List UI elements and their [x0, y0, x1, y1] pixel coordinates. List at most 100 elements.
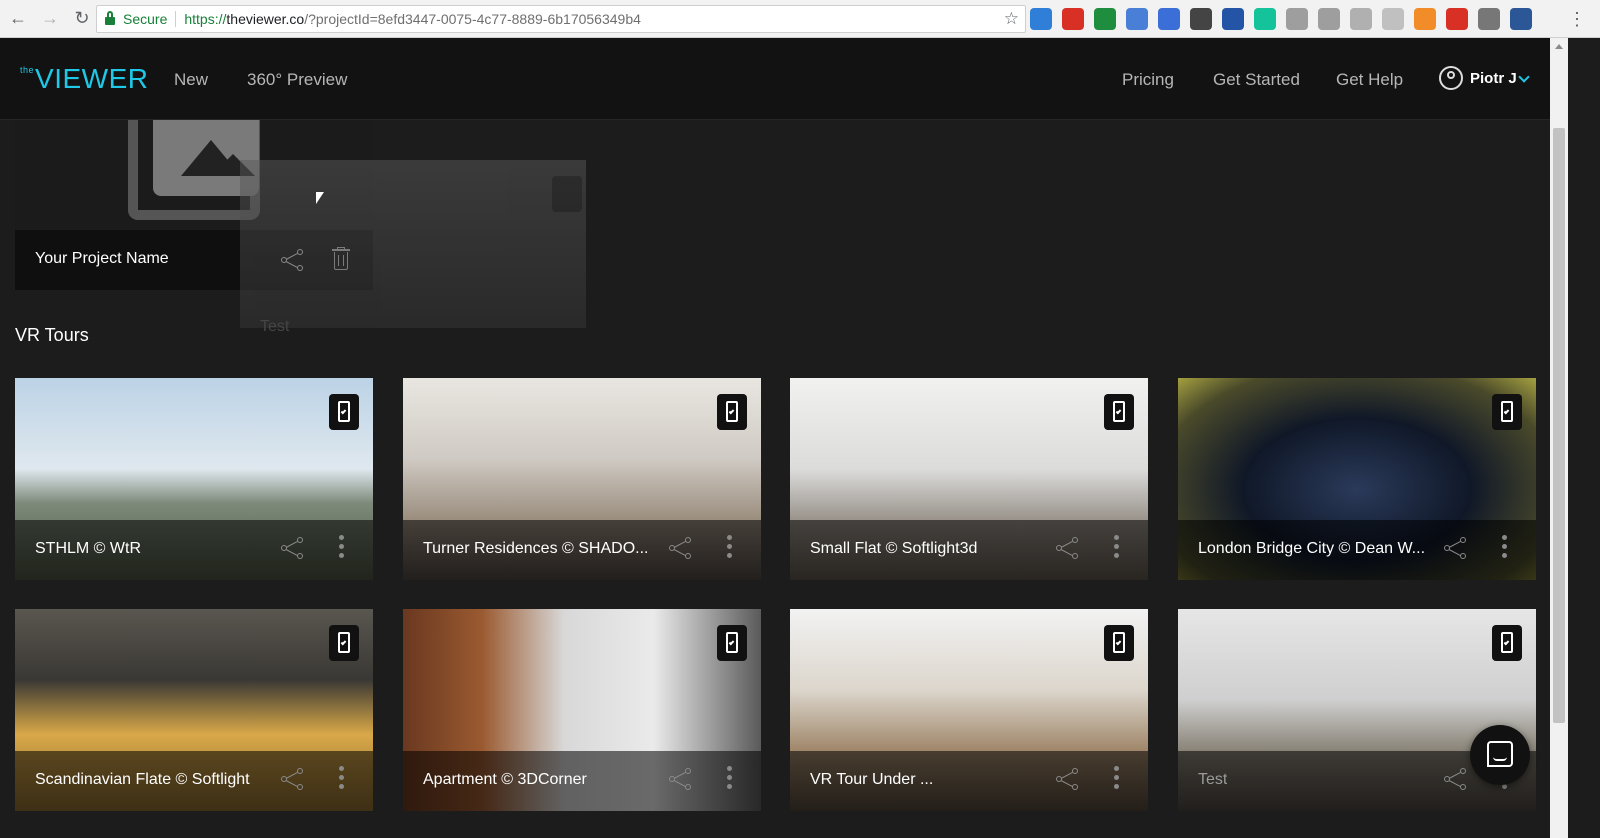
scroll-thumb[interactable]: [1553, 128, 1565, 723]
share-icon[interactable]: [281, 248, 305, 272]
share-link-line: [1448, 771, 1461, 779]
share-icon[interactable]: [1056, 767, 1080, 791]
extensions-bar: [1030, 8, 1532, 30]
off-extension-icon[interactable]: [1414, 8, 1436, 30]
grammarly-extension-icon[interactable]: [1254, 8, 1276, 30]
chat-launcher-button[interactable]: [1470, 725, 1530, 785]
share-node: [1072, 537, 1078, 543]
nav-get-started[interactable]: Get Started: [1213, 70, 1300, 90]
tour-title[interactable]: London Bridge City © Dean W...: [1198, 540, 1425, 558]
chat-bubble-icon: [1487, 741, 1513, 767]
vr-phone-icon[interactable]: [717, 625, 747, 661]
nav-360-preview[interactable]: 360° Preview: [247, 70, 347, 90]
tour-title[interactable]: Small Flat © Softlight3d: [810, 540, 977, 558]
share-icon[interactable]: [281, 536, 305, 560]
forward-arrow-icon[interactable]: →: [36, 5, 64, 33]
tour-card[interactable]: Turner Residences © SHADO...: [403, 378, 761, 580]
share-node: [297, 249, 303, 255]
tour-card[interactable]: Apartment © 3DCorner: [403, 609, 761, 811]
share-link-line: [285, 549, 298, 557]
tour-title[interactable]: Test: [1198, 771, 1227, 789]
browser-menu-icon[interactable]: ⋮: [1568, 9, 1586, 30]
nav-pricing[interactable]: Pricing: [1122, 70, 1174, 90]
more-options-icon[interactable]: [1114, 766, 1120, 790]
lock-icon: [105, 11, 115, 25]
more-options-icon[interactable]: [339, 535, 345, 559]
circle-red-extension-icon[interactable]: [1062, 8, 1084, 30]
chevron-down-icon[interactable]: [1518, 71, 1530, 83]
kebab-dot: [727, 535, 732, 540]
back-arrow-icon[interactable]: ←: [4, 5, 32, 33]
tour-card[interactable]: Scandinavian Flate © Softlight: [15, 609, 373, 811]
address-bar[interactable]: Secure https://theviewer.co/?projectId=8…: [96, 5, 1026, 33]
gear-red-extension-icon[interactable]: [1446, 8, 1468, 30]
share-icon[interactable]: [281, 767, 305, 791]
vr-phone-icon[interactable]: [1492, 394, 1522, 430]
share-icon[interactable]: [669, 536, 693, 560]
vr-phone-icon[interactable]: [329, 625, 359, 661]
tour-card[interactable]: Small Flat © Softlight3d: [790, 378, 1148, 580]
share-link-line: [285, 261, 298, 269]
share-node: [297, 784, 303, 790]
pin-extension-icon[interactable]: [1190, 8, 1212, 30]
nav-get-help[interactable]: Get Help: [1336, 70, 1403, 90]
section-title: VR Tours: [15, 325, 89, 345]
reload-icon[interactable]: ↻: [68, 5, 96, 33]
trash-icon[interactable]: [332, 247, 350, 271]
green-dot-extension-icon[interactable]: [1094, 8, 1116, 30]
browser-toolbar: ← → ↻ Secure https://theviewer.co/?proje…: [0, 0, 1600, 38]
kebab-dot: [1114, 553, 1119, 558]
more-options-icon[interactable]: [1114, 535, 1120, 559]
user-avatar-icon[interactable]: [1439, 66, 1463, 90]
kebab-dot: [1114, 544, 1119, 549]
share-icon[interactable]: [1444, 767, 1468, 791]
logo[interactable]: theVIEWER: [20, 63, 148, 95]
scroll-up-arrow-icon[interactable]: [1555, 44, 1563, 49]
vr-phone-icon[interactable]: [1104, 625, 1134, 661]
tour-title[interactable]: VR Tour Under ...: [810, 771, 933, 789]
share-icon[interactable]: [669, 767, 693, 791]
grid-extension-icon[interactable]: [1382, 8, 1404, 30]
kebab-dot: [1114, 784, 1119, 789]
page-scrollbar[interactable]: [1550, 38, 1568, 838]
vr-phone-icon[interactable]: [717, 394, 747, 430]
bookmark-star-icon[interactable]: ☆: [1004, 9, 1019, 29]
more-options-icon[interactable]: [727, 766, 733, 790]
kebab-dot: [1114, 766, 1119, 771]
share-link-line: [1060, 540, 1073, 548]
drive-extension-icon[interactable]: [1318, 8, 1340, 30]
user-name[interactable]: Piotr J: [1470, 70, 1517, 87]
share-node: [1072, 553, 1078, 559]
more-options-icon[interactable]: [1502, 535, 1508, 559]
tour-title[interactable]: Turner Residences © SHADO...: [423, 540, 649, 558]
tour-title[interactable]: Apartment © 3DCorner: [423, 771, 587, 789]
tour-card[interactable]: STHLM © WtR: [15, 378, 373, 580]
blue-box-extension-icon[interactable]: [1126, 8, 1148, 30]
project-title[interactable]: Your Project Name: [35, 250, 169, 268]
tour-card[interactable]: Test: [1178, 609, 1536, 811]
vr-phone-icon[interactable]: [1104, 394, 1134, 430]
share-link-line: [1060, 771, 1073, 779]
share-node: [297, 768, 303, 774]
secure-label: Secure: [123, 11, 168, 27]
nav-new[interactable]: New: [174, 70, 208, 90]
tour-card[interactable]: VR Tour Under ...: [790, 609, 1148, 811]
save-extension-icon[interactable]: [1350, 8, 1372, 30]
camera-extension-icon[interactable]: [1286, 8, 1308, 30]
more-options-icon[interactable]: [727, 535, 733, 559]
kebab-dot: [727, 544, 732, 549]
tour-card[interactable]: London Bridge City © Dean W...: [1178, 378, 1536, 580]
window-extension-icon[interactable]: [1478, 8, 1500, 30]
kebab-dot: [727, 766, 732, 771]
tour-title[interactable]: STHLM © WtR: [35, 540, 141, 558]
vr-phone-icon[interactable]: [1492, 625, 1522, 661]
code-extension-icon[interactable]: [1158, 8, 1180, 30]
shield-extension-icon[interactable]: [1030, 8, 1052, 30]
share-icon[interactable]: [1444, 536, 1468, 560]
share-icon[interactable]: [1056, 536, 1080, 560]
vr-phone-icon[interactable]: [329, 394, 359, 430]
tour-title[interactable]: Scandinavian Flate © Softlight: [35, 771, 250, 789]
word-extension-icon[interactable]: [1510, 8, 1532, 30]
more-options-icon[interactable]: [339, 766, 345, 790]
new-extension-icon[interactable]: [1222, 8, 1244, 30]
